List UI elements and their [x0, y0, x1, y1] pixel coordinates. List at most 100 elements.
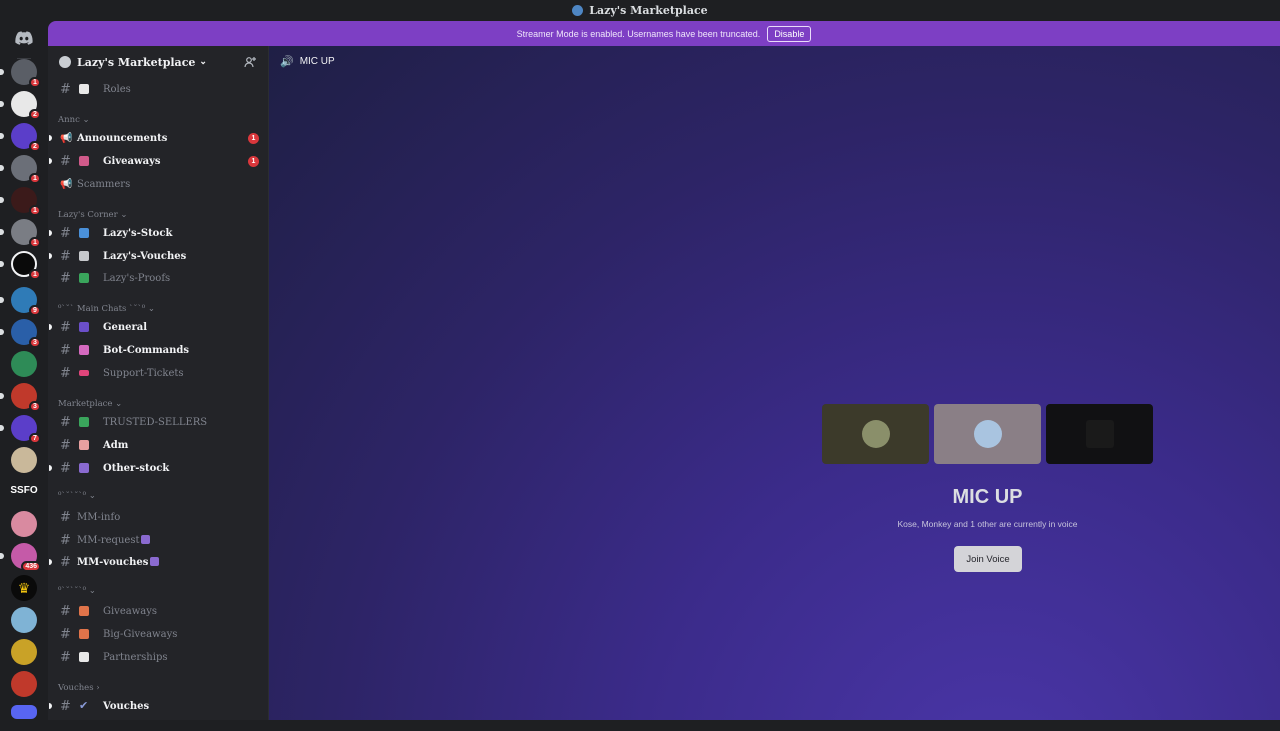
join-voice-button[interactable]: Join Voice [954, 546, 1022, 572]
unread-pip [0, 165, 4, 171]
channel-scammers[interactable]: 📢 Scammers [48, 174, 269, 194]
guild-header[interactable]: Lazy's Marketplace ⌄ [48, 46, 269, 78]
channel-lazys-vouches[interactable]: # Lazy's-Vouches [48, 246, 269, 266]
unread-pip [0, 69, 4, 75]
mention-badge: 436 [21, 561, 41, 572]
robot-icon [79, 345, 89, 355]
unread-pip [0, 229, 4, 235]
mention-badge: 9 [29, 305, 41, 316]
category-marketplace[interactable]: Marketplace ⌄ [58, 399, 122, 409]
mention-badge: 1 [29, 269, 41, 280]
unread-pip [0, 297, 4, 303]
server-icon-1[interactable]: 1 [0, 59, 41, 88]
hash-icon: # [60, 460, 71, 476]
server-icon-13[interactable] [11, 447, 37, 473]
server-icon-7[interactable]: 1 [0, 251, 41, 280]
unread-pip [49, 324, 52, 330]
channel-giveaways[interactable]: # Giveaways 1 [48, 151, 269, 171]
check-icon [79, 273, 89, 283]
channel-mm-info[interactable]: # MM-info [48, 507, 269, 527]
voice-channel-title: MIC UP [952, 486, 1023, 508]
hash-icon: # [60, 248, 71, 264]
channel-support-tickets[interactable]: # Support-Tickets [48, 363, 269, 383]
hash-icon: # [60, 414, 71, 430]
server-icon-19[interactable] [11, 671, 37, 697]
category-lazys-corner[interactable]: Lazy's Corner ⌄ [58, 210, 127, 220]
channel-general[interactable]: # General [48, 317, 269, 337]
hash-icon: # [60, 626, 71, 642]
category-vouches[interactable]: Vouches › [58, 683, 100, 693]
channel-sidebar: Lazy's Marketplace ⌄ # Roles Annc ⌄ 📢 Anno… [48, 46, 269, 720]
server-icon-5[interactable]: 1 [0, 187, 41, 216]
hash-icon: # [60, 319, 71, 335]
unread-pip [49, 230, 52, 236]
mention-badge: 7 [29, 433, 41, 444]
channel-partnerships[interactable]: # Partnerships [48, 647, 269, 667]
guild-name: Lazy's Marketplace [77, 55, 196, 69]
server-icon-15[interactable]: 436 [0, 543, 41, 572]
hash-icon: # [60, 532, 71, 548]
server-icon-6[interactable]: 1 [0, 219, 41, 248]
category-divider[interactable]: ⁰ˋ˘ˋ˘ˋ⁰ ⌄ [58, 491, 96, 501]
server-icon-16[interactable]: ♛ [11, 575, 37, 601]
mention-badge: 1 [248, 132, 259, 144]
channel-mm-vouches[interactable]: # MM-vouches [48, 552, 269, 572]
server-icon-8[interactable]: 9 [0, 287, 41, 316]
mention-badge: 1 [248, 155, 259, 167]
voice-participant-tiles [822, 404, 1153, 464]
server-icon-10[interactable] [11, 351, 37, 377]
mention-badge: 2 [29, 109, 41, 120]
window-title-bar: Lazy's Marketplace [0, 0, 1280, 21]
unread-pip [0, 329, 4, 335]
channel-roles[interactable]: # Roles [48, 79, 269, 99]
discord-home-button[interactable] [11, 25, 37, 51]
server-icon-2[interactable]: 2 [0, 91, 41, 120]
server-icon-3[interactable]: 2 [0, 123, 41, 152]
heart-icon [79, 322, 89, 332]
category-annc[interactable]: Annc ⌄ [58, 115, 90, 125]
hash-icon: # [60, 270, 71, 286]
server-icon-4[interactable]: 1 [0, 155, 41, 184]
server-icon-9[interactable]: 3 [0, 319, 41, 348]
channel-giveaways-2[interactable]: # Giveaways [48, 601, 269, 621]
server-icon-17[interactable] [11, 607, 37, 633]
hash-icon: # [60, 225, 71, 241]
channel-announcements[interactable]: 📢 Announcements 1 [48, 128, 269, 148]
channel-adm[interactable]: # Adm [48, 435, 269, 455]
channel-vouches[interactable]: # ✔ Vouches [48, 696, 269, 716]
server-icon-14[interactable] [11, 511, 37, 537]
disable-button[interactable]: Disable [767, 25, 812, 42]
channel-lazys-stock[interactable]: # Lazy's-Stock [48, 223, 269, 243]
megaphone-icon: 📢 [60, 132, 73, 144]
server-text-icon[interactable]: SSFO [6, 485, 42, 496]
unread-pip [49, 703, 52, 709]
server-icon-12[interactable]: 7 [0, 415, 41, 444]
face-icon [79, 440, 89, 450]
chevron-down-icon: ⌄ [199, 57, 207, 67]
channel-trusted-sellers[interactable]: # TRUSTED-SELLERS [48, 412, 269, 432]
channel-other-stock[interactable]: # Other-stock [48, 458, 269, 478]
megaphone-icon: 📢 [60, 178, 73, 190]
discord-icon [15, 31, 33, 45]
channel-mm-request[interactable]: # MM-request [48, 530, 269, 550]
add-user-icon[interactable] [244, 56, 256, 68]
voice-channel-view: 🔊 MIC UP MIC UP Kose, Monkey and 1 other… [269, 46, 1280, 720]
unread-pip [0, 393, 4, 399]
channel-lazys-proofs[interactable]: # Lazy's-Proofs [48, 268, 269, 288]
server-icon-11[interactable]: 3 [0, 383, 41, 412]
channel-header: 🔊 MIC UP [280, 55, 335, 68]
category-main-chats[interactable]: ⁰ˋ˘ˋ Main Chats ˋ˘ˋ⁰ ⌄ [58, 304, 155, 314]
channel-big-giveaways[interactable]: # Big-Giveaways [48, 624, 269, 644]
mention-badge: 1 [29, 77, 41, 88]
page-icon [79, 84, 89, 94]
channel-bot-commands[interactable]: # Bot-Commands [48, 340, 269, 360]
server-icon-18[interactable] [11, 639, 37, 665]
category-divider-2[interactable]: ⁰ˋ˘ˋ˘ˋ⁰ ⌄ [58, 586, 96, 596]
checkmark-icon: ✔ [79, 699, 89, 712]
unread-pip [49, 465, 52, 471]
guild-icon [59, 56, 71, 68]
participant-tile [934, 404, 1041, 464]
hash-icon: # [60, 342, 71, 358]
ticket-icon [79, 370, 89, 376]
server-folder-icon[interactable] [11, 705, 37, 731]
